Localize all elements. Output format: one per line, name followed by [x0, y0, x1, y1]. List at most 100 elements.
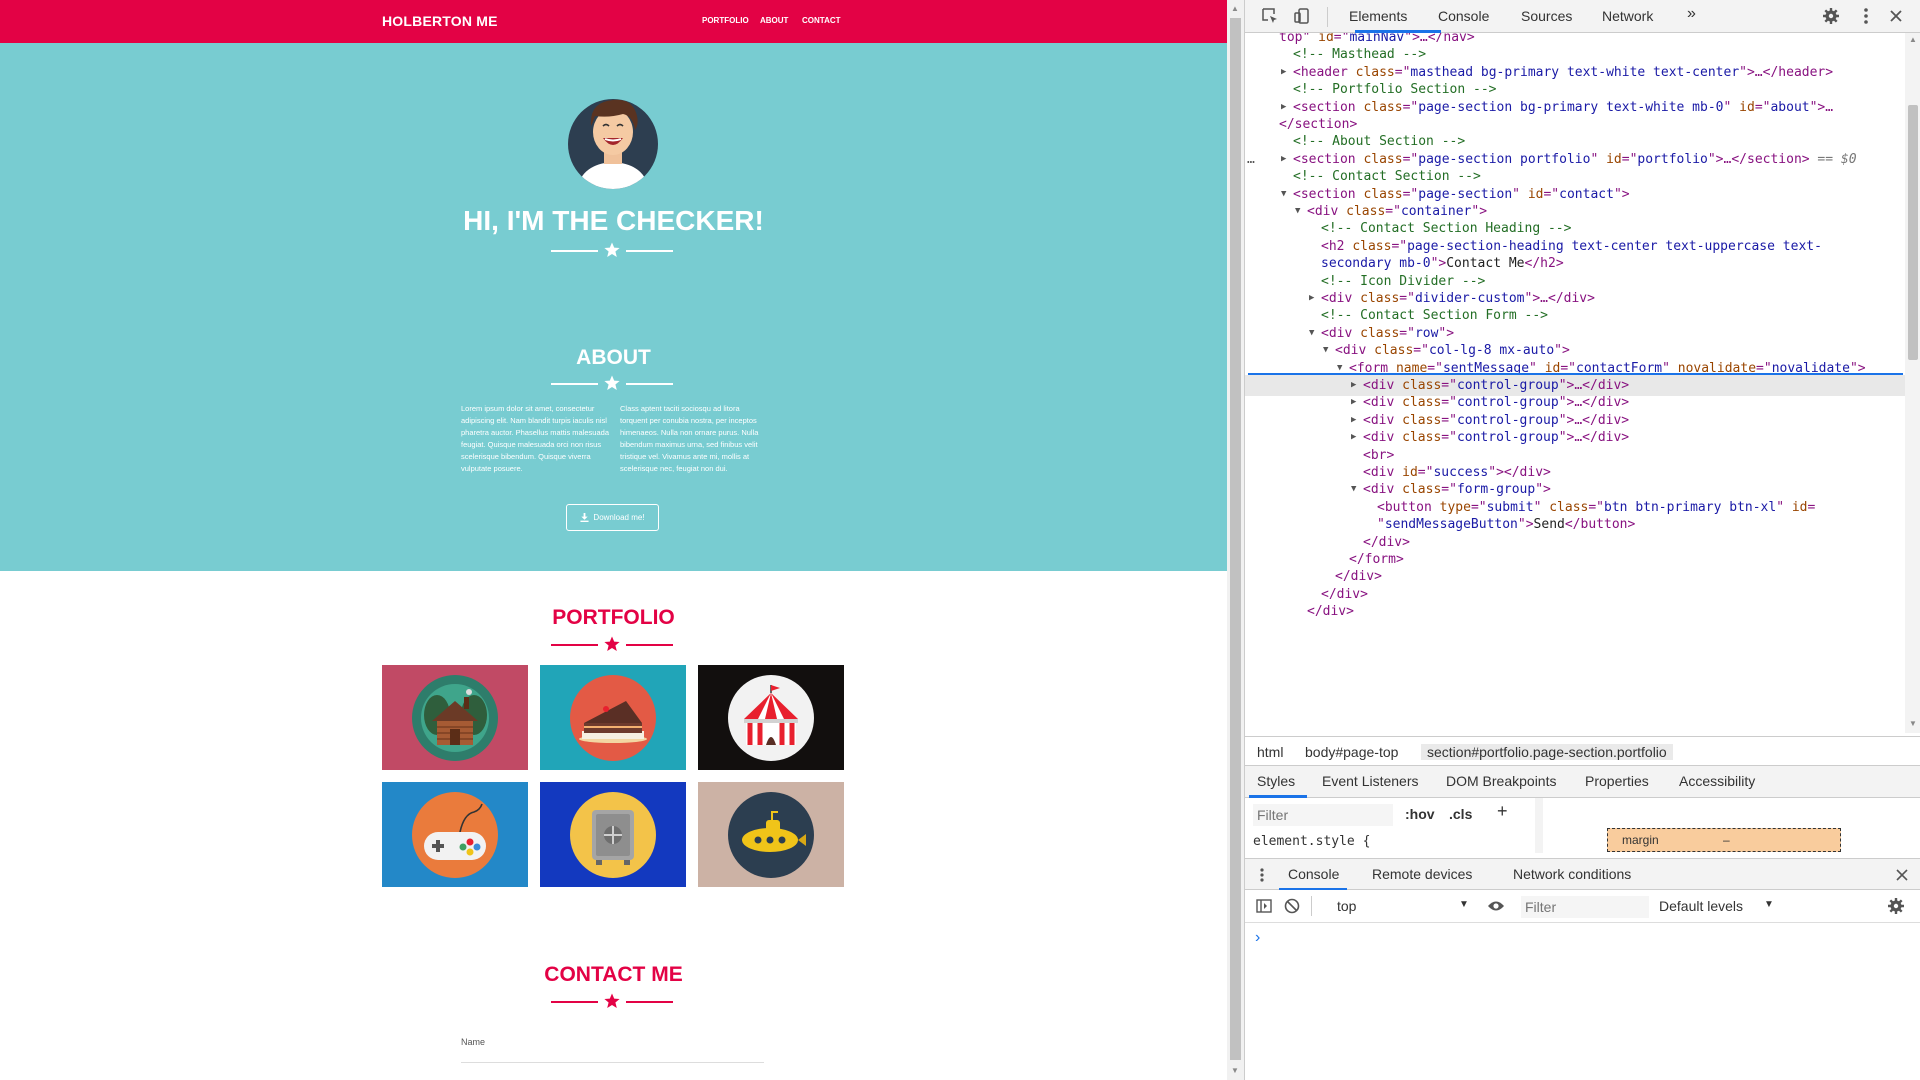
tab-network[interactable]: Network — [1602, 8, 1653, 24]
portfolio-item-cabin[interactable] — [382, 665, 528, 770]
box-model-margin-label: margin — [1622, 833, 1659, 847]
page-scrollbar[interactable]: ▲ ▼ — [1227, 0, 1244, 1080]
nav-link-portfolio[interactable]: PORTFOLIO — [702, 16, 749, 25]
inspect-element-icon[interactable] — [1259, 6, 1281, 26]
portfolio-item-submarine[interactable] — [698, 782, 844, 887]
portfolio-item-game[interactable] — [382, 782, 528, 887]
dom-token: id — [1791, 499, 1808, 515]
page-scrollbar-thumb[interactable] — [1230, 18, 1241, 1060]
dom-token: =" — [1441, 412, 1457, 428]
dom-token: <section — [1293, 186, 1364, 202]
scroll-up-arrow-icon[interactable]: ▲ — [1231, 4, 1239, 13]
dom-tree[interactable]: top" id="mainNav">…</nav> <!-- Masthead -… — [1245, 33, 1905, 733]
chevron-down-icon[interactable]: ▼ — [1459, 899, 1469, 910]
dom-tree-scrollbar-thumb[interactable] — [1908, 105, 1918, 360]
scroll-down-arrow-icon[interactable]: ▼ — [1909, 719, 1917, 728]
dom-token: " — [1533, 499, 1550, 515]
contact-title: CONTACT ME — [544, 963, 683, 986]
dom-tree-scrollbar[interactable]: ▲ ▼ — [1905, 33, 1920, 733]
devtools-tabbar: Elements Console Sources Network » — [1245, 0, 1920, 33]
dom-token: ">…</div> — [1558, 430, 1630, 446]
new-style-rule-icon[interactable]: + — [1497, 801, 1508, 822]
dom-token: <div — [1363, 482, 1403, 498]
drawer-menu-icon[interactable] — [1251, 865, 1273, 885]
device-toolbar-icon[interactable] — [1291, 6, 1313, 26]
tab-event-listeners[interactable]: Event Listeners — [1322, 773, 1419, 789]
dom-token: " — [1776, 499, 1792, 515]
dom-token: class — [1402, 395, 1442, 411]
dom-token: " — [1512, 186, 1528, 202]
breadcrumb-html[interactable]: html — [1257, 744, 1283, 760]
console-prompt[interactable]: › — [1255, 929, 1260, 947]
portfolio-title: PORTFOLIO — [552, 606, 675, 629]
download-button[interactable]: Download me! — [566, 504, 659, 531]
tab-sources[interactable]: Sources — [1521, 8, 1572, 24]
dom-token: page-section bg-primary text-white mb-0 — [1418, 99, 1724, 115]
dom-token: class — [1402, 430, 1442, 446]
tab-accessibility[interactable]: Accessibility — [1679, 773, 1755, 789]
dom-token: class — [1402, 482, 1442, 498]
element-style-rule[interactable]: element.style { — [1253, 834, 1370, 849]
portfolio-item-circus[interactable] — [698, 665, 844, 770]
hover-state-toggle[interactable]: :hov — [1405, 806, 1435, 822]
portfolio-divider — [551, 636, 675, 654]
dom-token: divider-custom — [1414, 291, 1525, 306]
sidebar-toggle-icon[interactable] — [1253, 896, 1275, 916]
dom-token: <div — [1363, 430, 1403, 446]
download-button-label: Download me! — [593, 513, 645, 522]
live-expression-eye-icon[interactable] — [1485, 896, 1507, 916]
dom-token: =" — [1470, 499, 1487, 515]
dom-node-line[interactable]: </div> — [1245, 601, 1905, 622]
dom-token: <section — [1293, 99, 1364, 115]
scroll-up-arrow-icon[interactable]: ▲ — [1909, 35, 1917, 44]
portfolio-item-cake[interactable] — [540, 665, 686, 770]
dom-token: <div — [1307, 204, 1347, 219]
dom-token: =" — [1385, 204, 1401, 219]
drawer-tab-remote-devices[interactable]: Remote devices — [1372, 866, 1472, 882]
star-icon — [604, 242, 620, 257]
tab-styles[interactable]: Styles — [1257, 773, 1295, 789]
tab-dom-breakpoints[interactable]: DOM Breakpoints — [1446, 773, 1556, 789]
nav-link-about[interactable]: ABOUT — [760, 16, 788, 25]
hero-title: HI, I'M THE CHECKER! — [463, 205, 764, 236]
tab-elements[interactable]: Elements — [1349, 8, 1407, 24]
tab-console[interactable]: Console — [1438, 8, 1489, 24]
close-devtools-icon[interactable] — [1885, 6, 1907, 26]
styles-filter-input[interactable] — [1253, 804, 1393, 826]
brand-link[interactable]: HOLBERTON ME — [382, 13, 498, 29]
breadcrumb: html body#page-top section#portfolio.pag… — [1245, 736, 1920, 766]
dom-token: <br> — [1363, 447, 1395, 463]
dom-token: sendMessageButton — [1384, 517, 1518, 533]
dom-token: <div — [1363, 378, 1403, 393]
name-input[interactable] — [461, 1062, 764, 1063]
console-settings-gear-icon[interactable] — [1885, 896, 1907, 916]
drawer-tab-network-conditions[interactable]: Network conditions — [1513, 866, 1631, 882]
download-icon — [580, 513, 589, 522]
dom-token: =" — [1588, 499, 1605, 515]
nav-link-contact[interactable]: CONTACT — [802, 16, 841, 25]
more-options-icon[interactable] — [1855, 6, 1877, 26]
settings-gear-icon[interactable] — [1820, 6, 1842, 26]
dom-token: <!-- Contact Section --> — [1293, 169, 1481, 185]
dom-token: submit — [1486, 499, 1534, 515]
portfolio-item-safe[interactable] — [540, 782, 686, 887]
console-filter-input[interactable] — [1521, 896, 1649, 918]
clear-console-icon[interactable] — [1281, 896, 1303, 916]
breadcrumb-section[interactable]: section#portfolio.page-section.portfolio — [1421, 744, 1673, 760]
dom-token: page-section portfolio — [1418, 151, 1591, 167]
class-toggle[interactable]: .cls — [1449, 806, 1472, 822]
dom-token: =" — [1399, 325, 1415, 341]
scroll-down-arrow-icon[interactable]: ▼ — [1231, 1066, 1239, 1075]
styles-scrollbar[interactable] — [1535, 798, 1543, 853]
console-output[interactable]: › — [1245, 923, 1920, 1080]
chevron-down-icon[interactable]: ▼ — [1764, 899, 1774, 910]
console-context-select[interactable]: top — [1337, 898, 1356, 914]
log-levels-select[interactable]: Default levels — [1659, 898, 1743, 914]
drawer-tab-console[interactable]: Console — [1288, 866, 1339, 882]
more-tabs-icon[interactable]: » — [1687, 5, 1696, 23]
dom-token: <button — [1377, 499, 1440, 515]
box-model[interactable]: margin – — [1607, 828, 1841, 852]
tab-properties[interactable]: Properties — [1585, 773, 1649, 789]
breadcrumb-body[interactable]: body#page-top — [1305, 744, 1398, 760]
close-drawer-icon[interactable] — [1891, 865, 1913, 885]
